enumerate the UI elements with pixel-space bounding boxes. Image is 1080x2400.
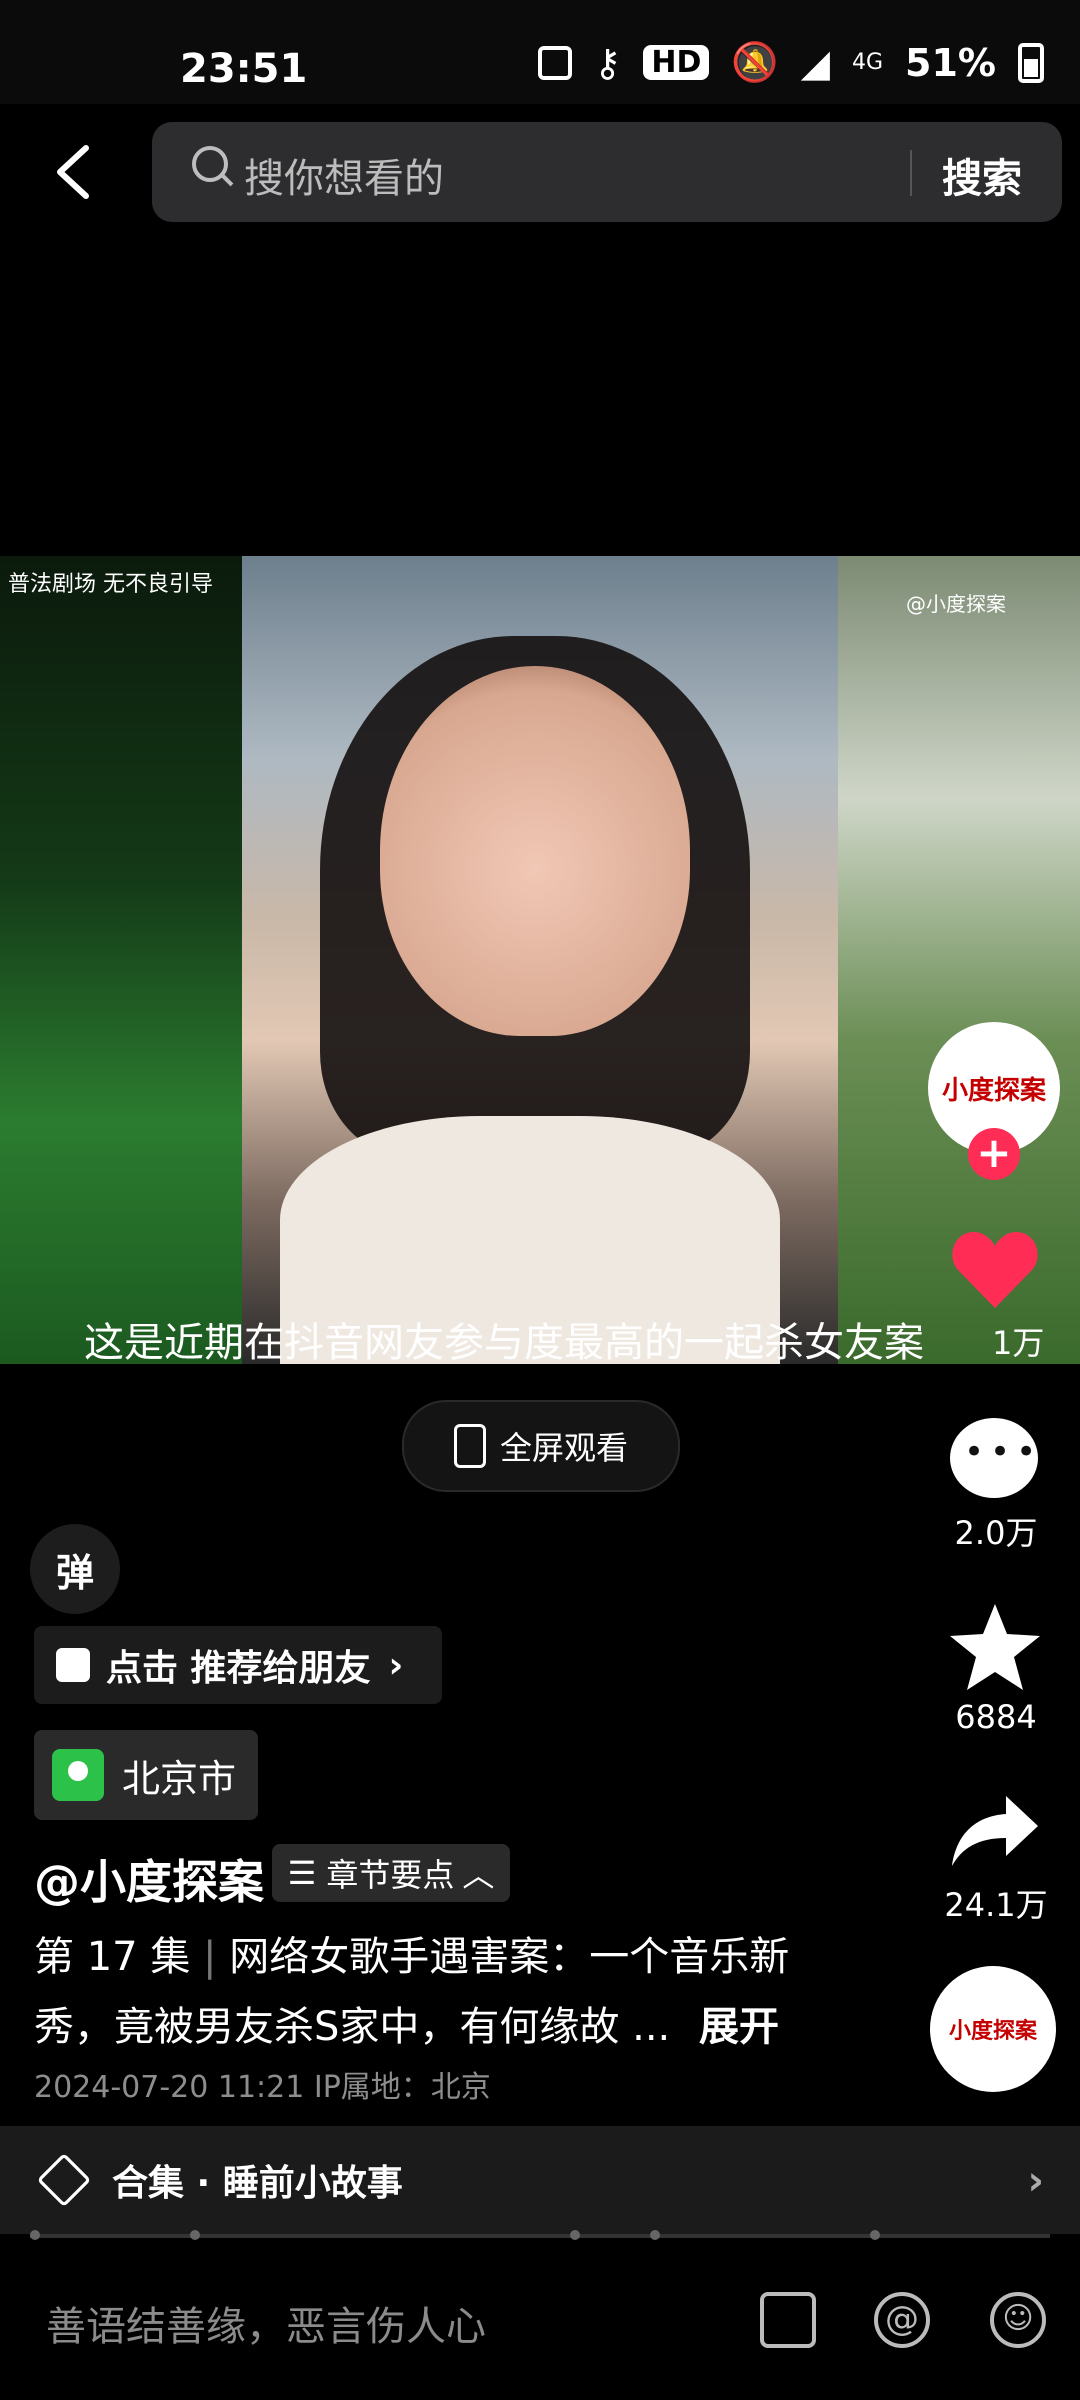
thumbs-up-icon: [56, 1648, 90, 1682]
video-player[interactable]: [0, 556, 1080, 1364]
video-watermark: @小度探案: [906, 592, 1006, 616]
collection-bar[interactable]: 合集 · 睡前小故事 ›: [0, 2126, 1080, 2234]
music-avatar-logo-text: 小度探案: [948, 2019, 1037, 2044]
battery-text: 51%: [905, 40, 996, 85]
phone-icon: [537, 45, 572, 80]
video-left-blur: [0, 556, 242, 1364]
chapter-marker: [650, 2230, 660, 2240]
video-subtitle: 这是近期在抖音网友参与度最高的一起杀女友案: [84, 1320, 924, 1366]
episode-label: 第 17 集: [34, 1934, 191, 1980]
chapter-points-button[interactable]: ☰ 章节要点 ︿: [272, 1844, 510, 1902]
back-icon[interactable]: [48, 142, 98, 202]
chapter-marker: [870, 2230, 880, 2240]
author-name[interactable]: @小度探案: [34, 1846, 264, 1912]
favorite-star-icon[interactable]: [948, 1602, 1042, 1692]
location-label: 北京市: [122, 1756, 237, 1801]
chapter-marker: [570, 2230, 580, 2240]
key-icon: ⚷: [593, 40, 622, 85]
fullscreen-button[interactable]: 全屏观看: [402, 1400, 680, 1492]
video-person-face: [380, 666, 690, 1036]
location-pin-icon: [52, 1749, 104, 1801]
mute-bell-icon: 🔕: [731, 40, 779, 84]
at-mention-icon[interactable]: @: [874, 2292, 930, 2348]
search-divider: [910, 150, 912, 196]
status-bar: 23:51 ⚷ HD 🔕 ◢ 4G 51%: [0, 0, 1080, 104]
like-heart-icon[interactable]: [950, 1228, 1040, 1310]
rotate-phone-icon: [453, 1424, 486, 1468]
comment-count: 2.0万: [954, 1514, 1038, 1552]
search-bar[interactable]: 搜你想看的 搜索: [152, 122, 1062, 222]
chapter-marker: [30, 2230, 40, 2240]
location-tag[interactable]: 北京市: [34, 1730, 258, 1820]
status-time: 23:51: [180, 46, 308, 92]
search-input[interactable]: 搜你想看的: [244, 146, 444, 204]
image-icon[interactable]: [760, 2292, 816, 2348]
music-disc-avatar[interactable]: 小度探案: [930, 1966, 1056, 2092]
hd-badge: HD: [643, 45, 710, 80]
danmu-toggle-button[interactable]: 弹: [30, 1524, 120, 1614]
video-progress-bar[interactable]: [30, 2230, 1050, 2240]
chapter-marker: [190, 2230, 200, 2240]
separator: |: [203, 1934, 230, 1980]
fullscreen-label: 全屏观看: [499, 1429, 628, 1467]
follow-plus-button[interactable]: +: [968, 1128, 1020, 1180]
recommend-to-friend-button[interactable]: 点击 推荐给朋友 ›: [34, 1626, 442, 1704]
comment-icon[interactable]: [950, 1418, 1042, 1498]
share-arrow-icon[interactable]: [948, 1790, 1042, 1870]
battery-icon: [1018, 42, 1044, 83]
network-type: 4G: [851, 50, 884, 75]
share-count: 24.1万: [944, 1886, 1048, 1924]
post-datetime: 2024-07-20 11:21 IP属地：北京: [34, 2070, 491, 2105]
emoji-icon[interactable]: ☺: [990, 2292, 1046, 2348]
avatar-logo-text: 小度探案: [941, 1075, 1046, 1106]
like-count: 1万: [992, 1324, 1045, 1362]
status-icons: ⚷ HD 🔕 ◢ 4G 51%: [537, 40, 1044, 85]
search-button[interactable]: 搜索: [942, 146, 1022, 204]
search-icon: [192, 146, 228, 182]
layers-icon: [36, 2152, 92, 2208]
chevron-up-icon: ︿: [462, 1856, 495, 1894]
recommend-label: 点击 推荐给朋友: [106, 1648, 371, 1689]
chevron-right-icon: ›: [388, 1644, 404, 1686]
video-description: 第 17 集 | 网络女歌手遇害案：一个音乐新秀，竟被男友杀S家中，有何缘故 .…: [34, 1922, 854, 2062]
collection-label: 合集 · 睡前小故事: [112, 2163, 403, 2204]
chevron-right-icon: ›: [1027, 2158, 1044, 2204]
comment-input-bar: 善语结善缘，恶言伤人心 @ ☺: [0, 2240, 1080, 2400]
favorite-count: 6884: [955, 1698, 1037, 1736]
comment-input[interactable]: 善语结善缘，恶言伤人心: [46, 2294, 486, 2352]
wifi-icon: ◢: [800, 40, 830, 85]
video-overlay-label: 普法剧场 无不良引导: [8, 572, 213, 597]
list-icon: ☰: [287, 1854, 317, 1892]
expand-button[interactable]: 展开: [699, 2004, 779, 2050]
chapter-label: 章节要点: [326, 1856, 455, 1894]
